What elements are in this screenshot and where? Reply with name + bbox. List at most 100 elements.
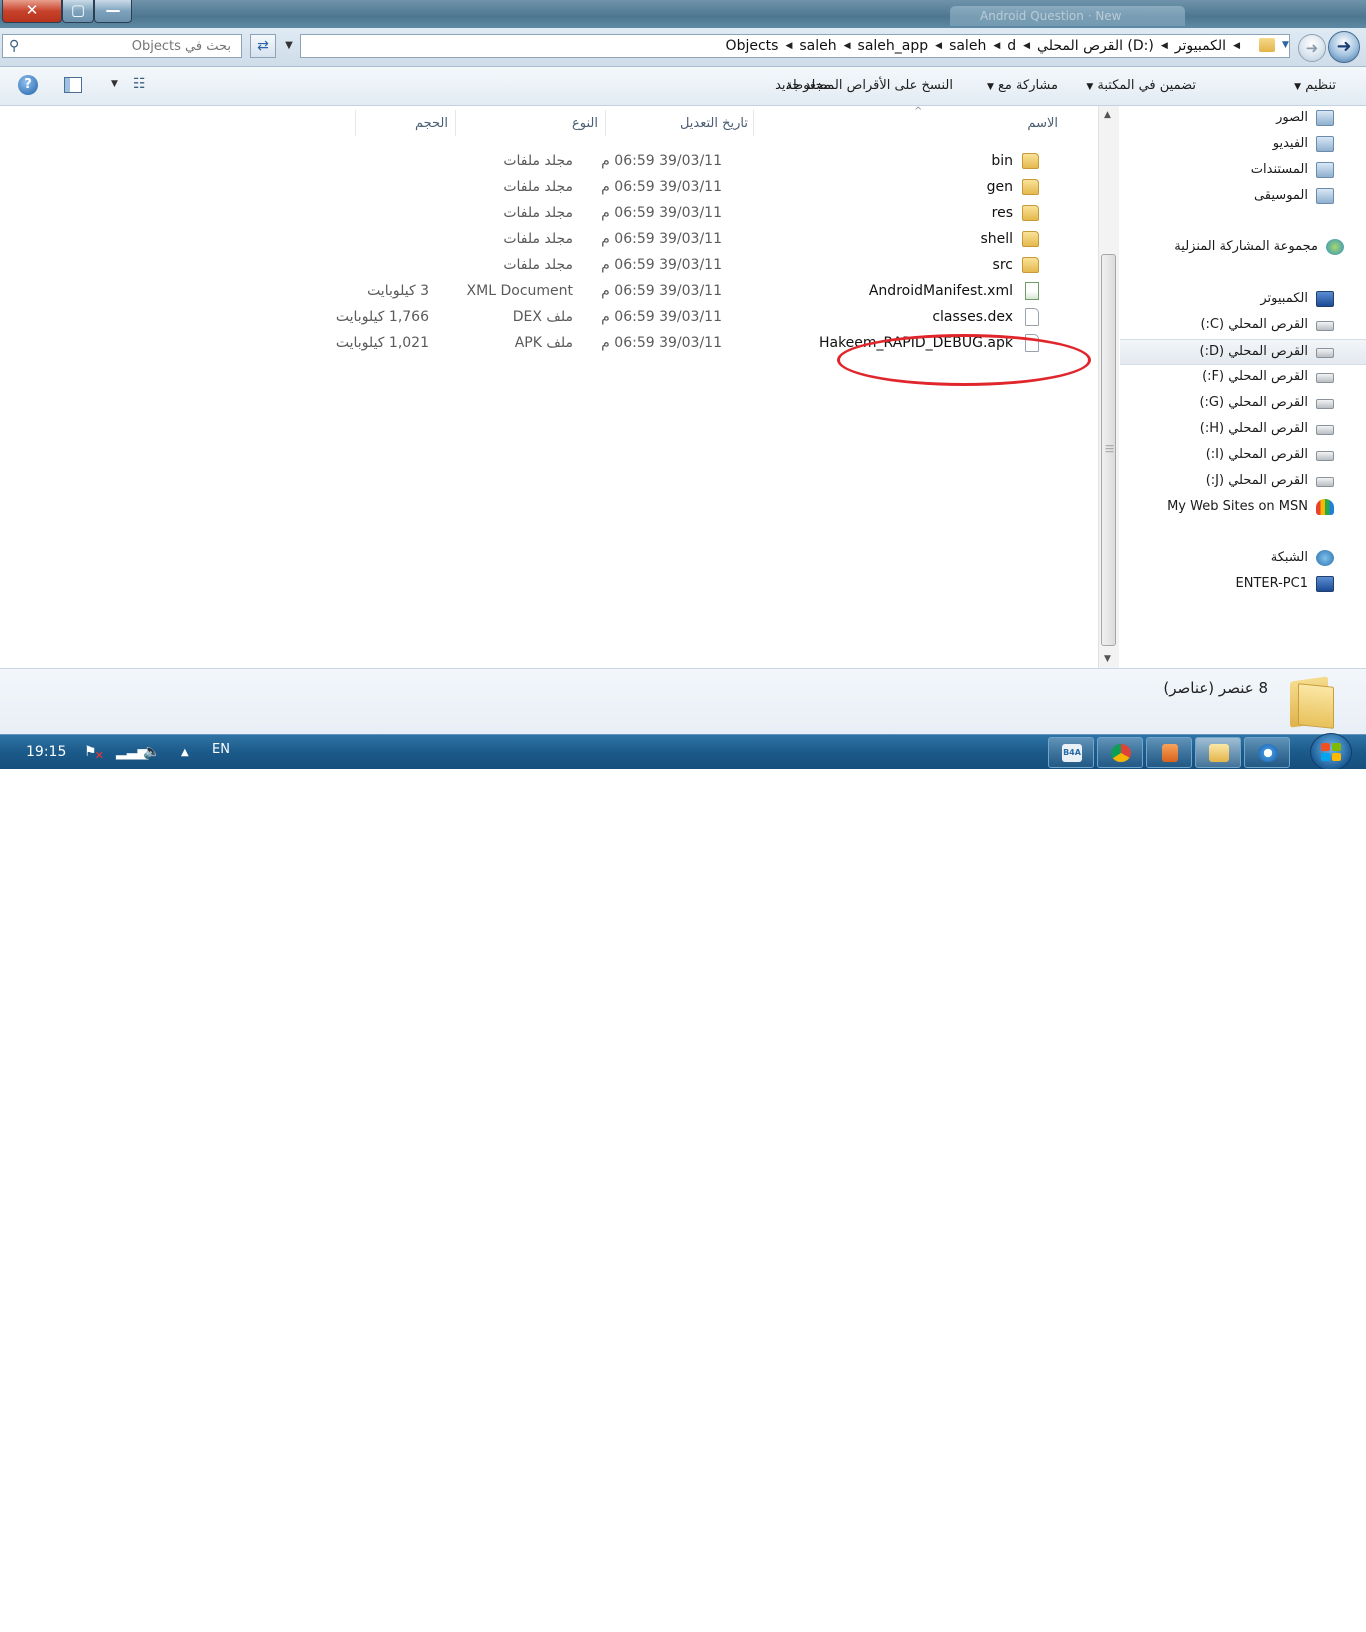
column-header-type[interactable]: النوع	[572, 116, 598, 131]
breadcrumb-d[interactable]: d	[1007, 38, 1016, 54]
file-row-hakeem-apk[interactable]: Hakeem_RAPID_DEBUG.apk 39/03/11 06:59 م …	[336, 330, 1075, 356]
minimize-button[interactable]: —	[94, 0, 132, 23]
breadcrumb-saleh-2[interactable]: saleh	[799, 38, 836, 54]
chevron-left-icon[interactable]: ◀	[785, 41, 792, 51]
drive-icon	[1316, 451, 1334, 461]
close-button[interactable]: ✕	[2, 0, 62, 23]
xml-file-icon	[1025, 282, 1039, 300]
nav-item-drive-d[interactable]: القرص المحلي (D:)	[1120, 339, 1366, 365]
nav-item-msn[interactable]: My Web Sites on MSN	[1120, 495, 1366, 519]
column-divider[interactable]	[605, 110, 606, 136]
search-box[interactable]: ⚲	[2, 34, 242, 58]
address-bar[interactable]: ◀ الكمبيوتر ◀ القرص المحلي (D:) ◀ d ◀ sa…	[300, 34, 1290, 58]
chevron-left-icon[interactable]: ◀	[993, 41, 1000, 51]
chevron-left-icon[interactable]: ◀	[935, 41, 942, 51]
preview-pane-icon[interactable]	[64, 77, 82, 93]
column-divider[interactable]	[355, 110, 356, 136]
file-name: bin	[991, 153, 1013, 169]
column-header-name[interactable]: الاسم	[1027, 116, 1058, 131]
column-divider[interactable]	[753, 110, 754, 136]
file-row-src[interactable]: src 39/03/11 06:59 م مجلد ملفات	[355, 252, 1075, 278]
nav-item-drive-c[interactable]: القرص المحلي (C:)	[1120, 313, 1366, 337]
back-button[interactable]: ➜	[1328, 31, 1360, 63]
nav-item-computer[interactable]: الكمبيوتر	[1120, 287, 1366, 311]
file-size: 1,766 كيلوبايت	[335, 309, 429, 325]
file-name: res	[991, 205, 1013, 221]
nav-label: الصور	[1276, 110, 1308, 125]
search-icon[interactable]: ⚲	[9, 38, 19, 54]
new-folder-button[interactable]: مجلد جديد	[775, 78, 831, 93]
column-divider[interactable]	[455, 110, 456, 136]
organize-menu[interactable]: تنظيم ▼	[1294, 78, 1336, 93]
internet-explorer-icon	[1258, 744, 1278, 762]
chevron-left-icon[interactable]: ◀	[1161, 41, 1168, 51]
nav-label: مجموعة المشاركة المنزلية	[1174, 239, 1318, 254]
file-row-classes-dex[interactable]: classes.dex 39/03/11 06:59 م ملف DEX 1,7…	[336, 304, 1075, 330]
nav-item-enter-pc1[interactable]: ENTER-PC1	[1120, 572, 1366, 596]
b4a-app-icon: B4A	[1062, 744, 1082, 762]
clock[interactable]: 19:15	[26, 744, 66, 760]
nav-item-homegroup[interactable]: مجموعة المشاركة المنزلية	[1120, 235, 1366, 259]
file-row-res[interactable]: res 39/03/11 06:59 م مجلد ملفات	[355, 200, 1075, 226]
recent-pages-dropdown[interactable]: ▼	[1282, 40, 1289, 50]
chevron-down-icon[interactable]: ▼	[111, 79, 118, 89]
nav-label: الموسيقى	[1253, 188, 1308, 203]
nav-item-network[interactable]: الشبكة	[1120, 546, 1366, 570]
column-header-date[interactable]: تاريخ التعديل	[680, 116, 748, 131]
scroll-up-arrow-icon[interactable]: ▲	[1104, 110, 1111, 120]
taskbar-explorer[interactable]	[1195, 737, 1241, 768]
share-with-menu[interactable]: مشاركة مع ▼	[987, 78, 1058, 93]
action-center-flag-icon[interactable]: ⚑ ✕	[84, 744, 104, 762]
nav-item-drive-i[interactable]: القرص المحلي (I:)	[1120, 443, 1366, 467]
column-header-size[interactable]: الحجم	[415, 116, 448, 131]
taskbar-internet-explorer[interactable]	[1244, 737, 1290, 768]
nav-item-pictures[interactable]: الصور	[1120, 106, 1366, 130]
volume-icon[interactable]: 🔈	[143, 744, 160, 760]
homegroup-icon	[1326, 239, 1344, 255]
maximize-button[interactable]: ▢	[62, 0, 94, 23]
breadcrumb-computer[interactable]: الكمبيوتر	[1175, 38, 1226, 54]
nav-item-documents[interactable]: المستندات	[1120, 158, 1366, 182]
forward-button[interactable]: ➜	[1298, 34, 1326, 62]
folder-icon	[1290, 675, 1336, 729]
breadcrumb-saleh-app[interactable]: saleh_app	[858, 38, 929, 54]
chevron-left-icon[interactable]: ◀	[1233, 41, 1240, 51]
file-row-gen[interactable]: gen 39/03/11 06:59 م مجلد ملفات	[355, 174, 1075, 200]
breadcrumb-objects[interactable]: Objects	[726, 38, 779, 54]
views-icon[interactable]: ☷	[133, 77, 151, 93]
chevron-left-icon[interactable]: ◀	[1023, 41, 1030, 51]
nav-item-drive-f[interactable]: القرص المحلي (F:)	[1120, 365, 1366, 389]
taskbar-b4a[interactable]: B4A	[1048, 737, 1094, 768]
language-indicator[interactable]: EN	[212, 742, 230, 757]
nav-item-music[interactable]: الموسيقى	[1120, 184, 1366, 208]
breadcrumb-saleh[interactable]: saleh	[949, 38, 986, 54]
start-button[interactable]	[1310, 733, 1352, 769]
file-name: shell	[980, 231, 1013, 247]
nav-item-drive-j[interactable]: القرص المحلي (J:)	[1120, 469, 1366, 493]
drive-icon	[1316, 348, 1334, 358]
file-row-androidmanifest[interactable]: AndroidManifest.xml 39/03/11 06:59 م XML…	[355, 278, 1075, 304]
search-input[interactable]	[39, 38, 233, 55]
vertical-scrollbar[interactable]: ▲ — — — ▼	[1098, 106, 1119, 668]
nav-label: الفيديو	[1272, 136, 1308, 151]
file-date: 39/03/11 06:59 م	[601, 283, 722, 299]
taskbar-chrome[interactable]	[1097, 737, 1143, 768]
address-history-dropdown[interactable]: ▼	[278, 34, 300, 58]
show-hidden-icons-icon[interactable]: ▲	[181, 747, 189, 758]
refresh-button[interactable]: ⇄	[250, 34, 276, 58]
include-in-library-menu[interactable]: تضمين في المكتبة ▼	[1086, 78, 1196, 93]
file-list: ^ الاسم تاريخ التعديل النوع الحجم bin 39…	[0, 106, 1098, 668]
nav-item-drive-h[interactable]: القرص المحلي (H:)	[1120, 417, 1366, 441]
nav-item-videos[interactable]: الفيديو	[1120, 132, 1366, 156]
file-row-shell[interactable]: shell 39/03/11 06:59 م مجلد ملفات	[355, 226, 1075, 252]
taskbar-media-player[interactable]	[1146, 737, 1192, 768]
chevron-left-icon[interactable]: ◀	[844, 41, 851, 51]
folder-icon	[1209, 744, 1229, 762]
nav-item-drive-g[interactable]: القرص المحلي (G:)	[1120, 391, 1366, 415]
file-row-bin[interactable]: bin 39/03/11 06:59 م مجلد ملفات	[355, 148, 1075, 174]
file-type: مجلد ملفات	[503, 231, 573, 247]
scrollbar-thumb[interactable]: — — —	[1101, 254, 1116, 646]
help-icon[interactable]: ?	[18, 75, 38, 95]
breadcrumb-drive-d[interactable]: القرص المحلي (D:)	[1037, 38, 1154, 54]
scroll-down-arrow-icon[interactable]: ▼	[1104, 654, 1111, 664]
